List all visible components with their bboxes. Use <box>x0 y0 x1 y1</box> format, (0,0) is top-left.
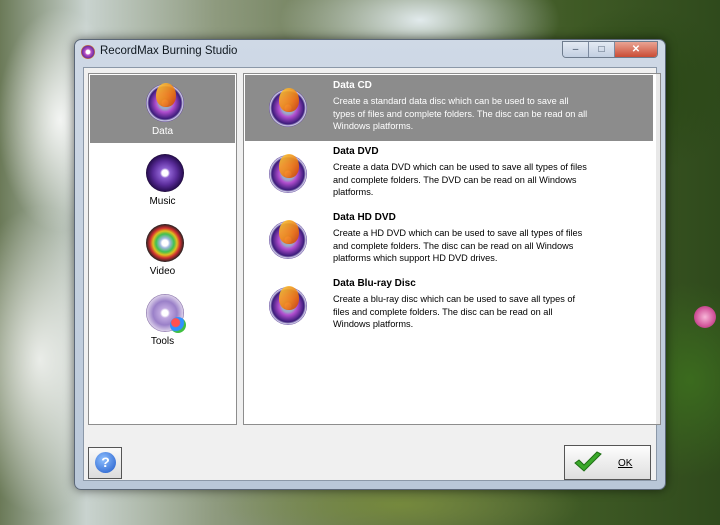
category-label: Tools <box>150 336 175 347</box>
checkmark-icon <box>574 451 602 472</box>
category-music[interactable]: Music <box>90 145 235 213</box>
ok-button[interactable]: OK <box>564 445 651 480</box>
category-sidebar: Data Music Video Tools <box>88 73 237 425</box>
item-description: Create a data DVD which can be used to s… <box>333 162 587 197</box>
app-disc-icon <box>81 45 95 59</box>
data-disc-icon <box>269 154 307 193</box>
category-label: Video <box>149 266 176 277</box>
background-flower <box>694 306 716 328</box>
list-item-data-cd[interactable]: Data CD Create a standard data disc whic… <box>245 75 653 141</box>
item-title: Data HD DVD <box>333 212 396 223</box>
list-item-data-hd-dvd[interactable]: Data HD DVD Create a HD DVD which can be… <box>245 207 653 273</box>
help-button[interactable]: ? <box>88 447 122 479</box>
item-title: Data Blu-ray Disc <box>333 278 416 289</box>
caption-buttons: – □ ✕ <box>562 41 658 58</box>
item-description: Create a standard data disc which can be… <box>333 96 588 131</box>
video-disc-icon <box>146 224 184 262</box>
maximize-button[interactable]: □ <box>589 42 615 57</box>
title-bar[interactable]: RecordMax Burning Studio – □ ✕ <box>75 40 665 64</box>
project-list: Data CD Create a standard data disc whic… <box>243 73 661 425</box>
category-label: Data <box>151 126 174 137</box>
item-title: Data CD <box>333 80 372 91</box>
data-disc-icon <box>269 286 307 325</box>
data-disc-icon <box>146 83 184 122</box>
data-disc-icon <box>269 220 307 259</box>
item-title: Data DVD <box>333 146 379 157</box>
scrollbar[interactable] <box>656 74 660 424</box>
category-data[interactable]: Data <box>90 75 235 143</box>
list-item-data-dvd[interactable]: Data DVD Create a data DVD which can be … <box>245 141 653 207</box>
music-disc-icon <box>146 154 184 192</box>
tools-disc-icon <box>146 294 186 333</box>
close-button[interactable]: ✕ <box>615 42 657 57</box>
window-client: Data Music Video Tools Data CD Create a … <box>83 67 661 481</box>
item-description: Create a blu-ray disc which can be used … <box>333 294 576 329</box>
ok-label: OK <box>618 458 633 469</box>
minimize-button[interactable]: – <box>563 42 589 57</box>
item-description: Create a HD DVD which can be used to sav… <box>333 228 583 263</box>
main-window: RecordMax Burning Studio – □ ✕ Data Musi… <box>74 39 666 490</box>
data-disc-icon <box>269 88 307 127</box>
help-icon: ? <box>95 452 116 473</box>
window-title: RecordMax Burning Studio <box>100 45 238 57</box>
category-tools[interactable]: Tools <box>90 285 235 353</box>
category-video[interactable]: Video <box>90 215 235 283</box>
category-label: Music <box>149 196 176 207</box>
list-item-data-bluray[interactable]: Data Blu-ray Disc Create a blu-ray disc … <box>245 273 653 339</box>
